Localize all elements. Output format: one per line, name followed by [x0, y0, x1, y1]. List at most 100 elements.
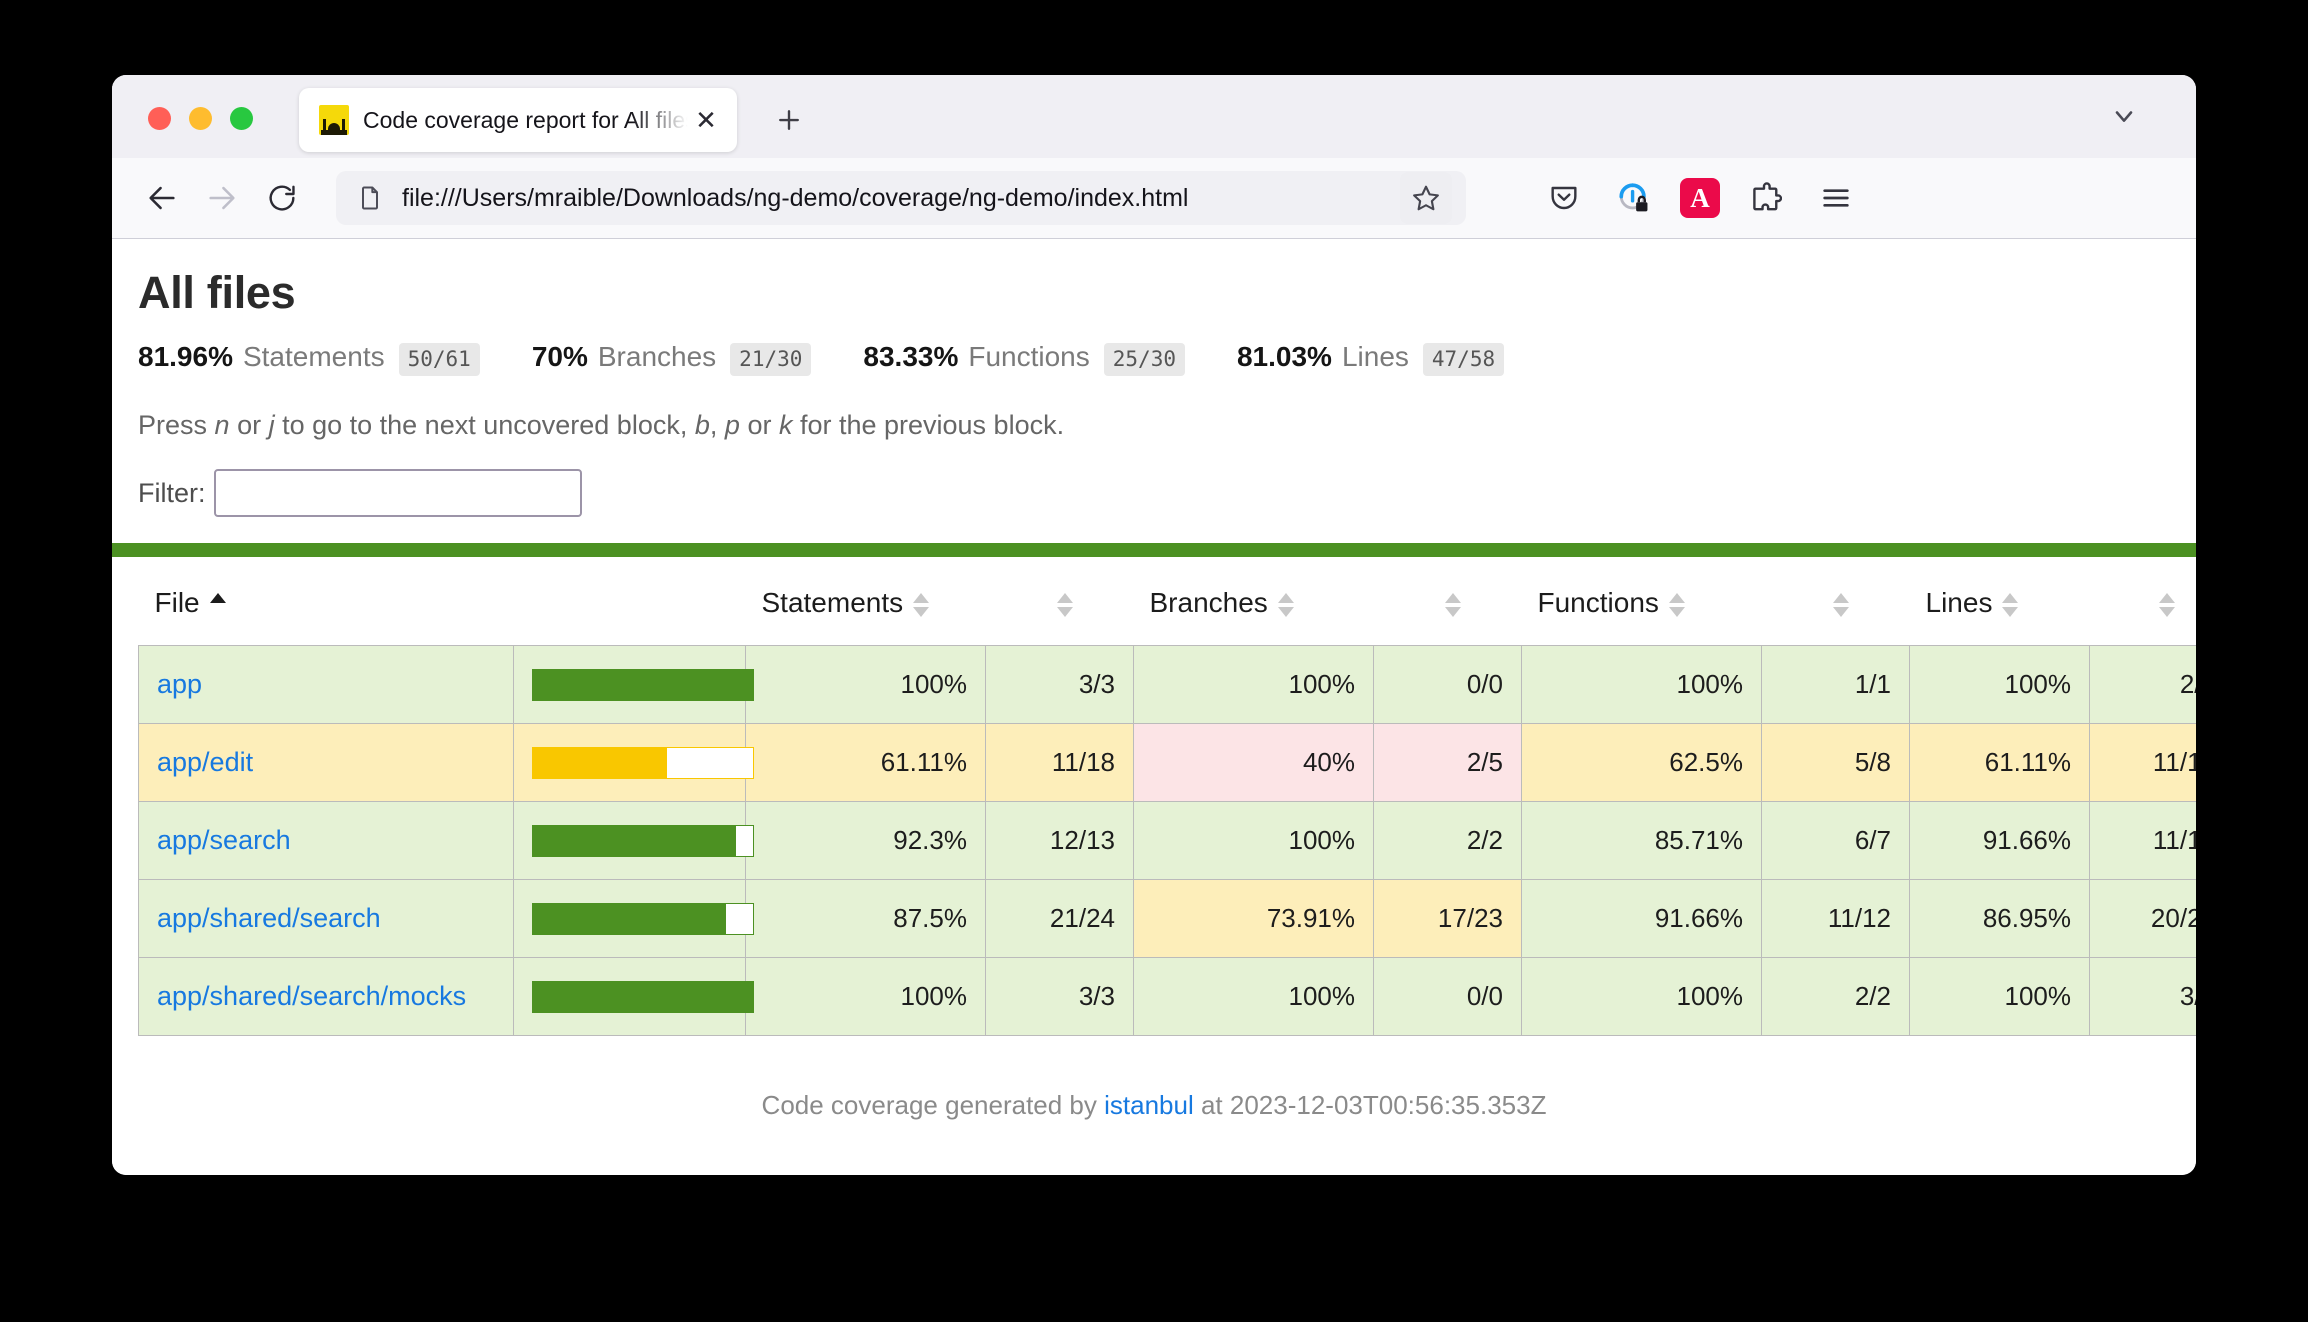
hamburger-menu-icon[interactable]	[1812, 174, 1860, 222]
tab-strip: Code coverage report for All files ✕	[112, 75, 2196, 158]
statements-pct: 81.96%	[138, 341, 233, 373]
cell-lines-abs: 20/23	[2090, 880, 2197, 958]
auth0-extension-badge[interactable]: A	[1680, 178, 1720, 218]
file-link[interactable]: app/search	[157, 825, 291, 855]
header-blank-1	[514, 557, 746, 646]
header-functions-abs[interactable]	[1762, 557, 1910, 646]
sort-arrow-file[interactable]	[210, 591, 226, 619]
cell-statements-abs: 21/24	[986, 880, 1134, 958]
reload-button[interactable]	[254, 170, 310, 226]
functions-pct: 83.33%	[863, 341, 958, 373]
coverage-bar	[532, 747, 754, 779]
browser-tab[interactable]: Code coverage report for All files ✕	[299, 88, 737, 152]
cell-file: app/search	[139, 802, 514, 880]
branches-label: Branches	[598, 341, 716, 373]
minimize-window-button[interactable]	[189, 107, 212, 130]
cell-coverage-bar	[514, 646, 746, 724]
cell-lines-abs: 11/18	[2090, 724, 2197, 802]
sort-arrow-functions[interactable]	[1669, 591, 1685, 619]
statements-label: Statements	[243, 341, 385, 373]
coverage-table-body: app100%3/3100%0/0100%1/1100%2/2app/edit6…	[139, 646, 2197, 1036]
cell-functions-pct: 100%	[1522, 646, 1762, 724]
tab-title: Code coverage report for All files	[363, 107, 691, 134]
cell-branches-abs: 0/0	[1374, 958, 1522, 1036]
functions-label: Functions	[968, 341, 1089, 373]
header-branches-abs[interactable]	[1374, 557, 1522, 646]
functions-fraction: 25/30	[1104, 343, 1185, 376]
url-text: file:///Users/mraible/Downloads/ng-demo/…	[402, 184, 1394, 213]
cell-lines-pct: 91.66%	[1910, 802, 2090, 880]
keyboard-hint: Press n or j to go to the next uncovered…	[112, 410, 2196, 441]
sort-arrow-lines[interactable]	[2002, 591, 2018, 619]
istanbul-link[interactable]: istanbul	[1104, 1090, 1194, 1120]
file-link[interactable]: app/edit	[157, 747, 253, 777]
account-shield-lock-icon[interactable]	[1610, 174, 1658, 222]
hint-part-6: for the previous block.	[792, 410, 1064, 440]
cell-statements-abs: 3/3	[986, 958, 1134, 1036]
pocket-icon[interactable]	[1540, 174, 1588, 222]
file-link[interactable]: app/shared/search/mocks	[157, 981, 466, 1011]
branches-pct: 70%	[532, 341, 588, 373]
forward-button[interactable]	[194, 170, 250, 226]
table-row: app/search92.3%12/13100%2/285.71%6/791.6…	[139, 802, 2197, 880]
header-branches-label: Branches	[1150, 587, 1268, 618]
coverage-bar-fill	[532, 669, 754, 701]
page-file-icon	[356, 184, 384, 212]
cell-statements-pct: 87.5%	[746, 880, 986, 958]
new-tab-icon[interactable]	[767, 98, 811, 142]
header-functions[interactable]: Functions	[1522, 557, 1762, 646]
summary-row: 81.96% Statements 50/61 70% Branches 21/…	[138, 341, 2196, 376]
cell-lines-pct: 86.95%	[1910, 880, 2090, 958]
header-branches[interactable]: Branches	[1134, 557, 1374, 646]
lines-label: Lines	[1342, 341, 1409, 373]
table-header-row: File Statements Branches Functions Lines	[139, 557, 2197, 646]
header-statements-abs[interactable]	[986, 557, 1134, 646]
coverage-bar	[532, 903, 754, 935]
istanbul-mosque-favicon	[319, 105, 349, 135]
sort-arrow-statements[interactable]	[913, 591, 929, 619]
header-lines[interactable]: Lines	[1910, 557, 2090, 646]
cell-coverage-bar	[514, 802, 746, 880]
cell-statements-pct: 100%	[746, 646, 986, 724]
summary-branches: 70% Branches 21/30	[532, 341, 812, 376]
address-bar[interactable]: file:///Users/mraible/Downloads/ng-demo/…	[336, 171, 1466, 225]
cell-file: app/shared/search/mocks	[139, 958, 514, 1036]
cell-statements-abs: 11/18	[986, 724, 1134, 802]
maximize-window-button[interactable]	[230, 107, 253, 130]
cell-functions-abs: 2/2	[1762, 958, 1910, 1036]
cell-functions-pct: 91.66%	[1522, 880, 1762, 958]
file-link[interactable]: app	[157, 669, 202, 699]
close-window-button[interactable]	[148, 107, 171, 130]
sort-arrow-branches[interactable]	[1278, 591, 1294, 619]
summary-statements: 81.96% Statements 50/61	[138, 341, 480, 376]
cell-lines-pct: 100%	[1910, 646, 2090, 724]
sort-arrow-functions-abs[interactable]	[1833, 591, 1849, 619]
cell-functions-pct: 85.71%	[1522, 802, 1762, 880]
hint-part-5: or	[740, 410, 779, 440]
chevron-down-icon[interactable]	[2104, 96, 2144, 136]
file-link[interactable]: app/shared/search	[157, 903, 381, 933]
back-button[interactable]	[134, 170, 190, 226]
header-lines-abs[interactable]	[2090, 557, 2197, 646]
sort-arrow-lines-abs[interactable]	[2159, 591, 2175, 619]
filter-input[interactable]	[214, 469, 582, 517]
sort-arrow-branches-abs[interactable]	[1445, 591, 1461, 619]
header-lines-label: Lines	[1926, 587, 1993, 618]
close-tab-icon[interactable]: ✕	[691, 105, 721, 135]
header-file[interactable]: File	[139, 557, 514, 646]
cell-file: app	[139, 646, 514, 724]
filter-row: Filter:	[112, 469, 2196, 517]
extensions-puzzle-icon[interactable]	[1742, 174, 1790, 222]
cell-coverage-bar	[514, 958, 746, 1036]
cell-file: app/edit	[139, 724, 514, 802]
cell-branches-pct: 73.91%	[1134, 880, 1374, 958]
toolbar-actions: A	[1540, 174, 1860, 222]
header-statements[interactable]: Statements	[746, 557, 986, 646]
hint-part-2: or	[230, 410, 269, 440]
cell-functions-abs: 5/8	[1762, 724, 1910, 802]
bookmark-star-icon[interactable]	[1400, 172, 1452, 224]
branches-fraction: 21/30	[730, 343, 811, 376]
cell-functions-abs: 11/12	[1762, 880, 1910, 958]
cell-coverage-bar	[514, 880, 746, 958]
sort-arrow-statements-abs[interactable]	[1057, 591, 1073, 619]
